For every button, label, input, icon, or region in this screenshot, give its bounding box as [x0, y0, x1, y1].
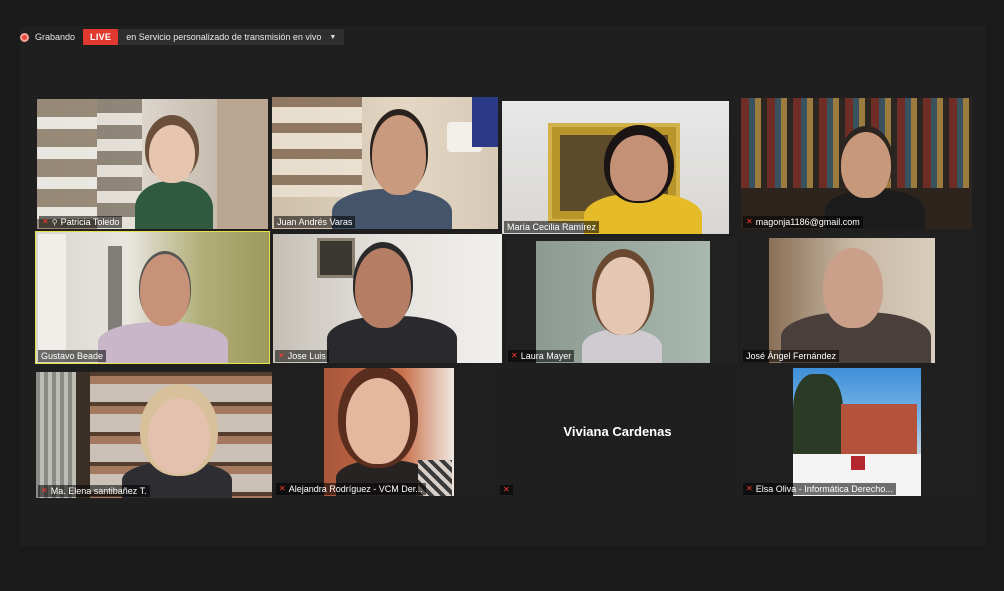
stream-service-dropdown[interactable]: en Servicio personalizado de transmisión… [118, 29, 345, 45]
pin-icon: ⚲ [51, 217, 58, 227]
video-tile[interactable]: ✕ Alejandra Rodríguez - VCM Der... [274, 368, 494, 496]
video-tile[interactable]: ✕ ⚲ Patricia Toledo [37, 99, 268, 229]
participant-name-tag: Juan Andrés Varas [274, 216, 356, 228]
participant-name-tag: ✕ Laura Mayer [508, 350, 575, 362]
video-tile[interactable]: ✕ Jose Luis [273, 234, 502, 363]
participant-name: José Ángel Fernández [746, 351, 837, 361]
participant-name: Ma. Elena santibañez T. [50, 486, 147, 496]
participant-name-tag: ✕ Ma. Elena santibañez T. [38, 485, 150, 497]
video-tile-active-speaker[interactable]: Gustavo Beade [35, 231, 270, 364]
video-tile[interactable]: María Cecilia Ramírez [502, 101, 729, 234]
participant-name: Patricia Toledo [60, 217, 120, 227]
participant-name-tag: ✕ Jose Luis [275, 350, 329, 362]
participant-name: Jose Luis [287, 351, 326, 361]
participant-name-tag: ✕ [500, 485, 513, 495]
live-badge[interactable]: LIVE [83, 29, 119, 45]
participant-name-tag: Gustavo Beade [38, 350, 107, 362]
participant-name-tag: ✕ ⚲ Patricia Toledo [39, 216, 123, 228]
participant-name: Elsa Oliva - Informática Derecho... [755, 484, 893, 494]
mic-muted-icon: ✕ [279, 484, 286, 493]
participant-name-tag: María Cecilia Ramírez [504, 221, 600, 233]
video-tile[interactable]: José Ángel Fernández [741, 234, 972, 363]
participant-name: Juan Andrés Varas [277, 217, 353, 227]
mic-muted-icon: ✕ [503, 485, 510, 494]
chevron-down-icon: ▼ [329, 33, 337, 41]
participant-name: magonja1186@gmail.com [755, 217, 860, 227]
video-tile[interactable]: ✕ Laura Mayer [506, 237, 737, 363]
video-tile[interactable]: ✕ Elsa Oliva - Informática Derecho... [741, 368, 972, 496]
mic-muted-icon: ✕ [278, 351, 285, 360]
participant-name: Gustavo Beade [41, 351, 104, 361]
mic-muted-icon: ✕ [511, 351, 518, 360]
participant-name-tag: José Ángel Fernández [743, 350, 840, 362]
participant-name: Alejandra Rodríguez - VCM Der... [288, 484, 423, 494]
video-tile-camera-off[interactable]: Viviana Cardenas ✕ [498, 368, 737, 496]
mic-muted-icon: ✕ [746, 484, 753, 493]
participant-name: María Cecilia Ramírez [507, 222, 597, 232]
video-tile[interactable]: Juan Andrés Varas [272, 97, 498, 229]
recording-bar: Grabando LIVE en Servicio personalizado … [20, 27, 345, 47]
participant-name: Laura Mayer [520, 351, 572, 361]
mic-muted-icon: ✕ [41, 486, 48, 495]
participant-name-tag: ✕ Elsa Oliva - Informática Derecho... [743, 483, 896, 495]
video-tile[interactable]: ✕ magonja1186@gmail.com [741, 98, 972, 229]
recording-icon [20, 32, 29, 42]
participant-name-tag: ✕ Alejandra Rodríguez - VCM Der... [276, 483, 426, 495]
mic-muted-icon: ✕ [42, 217, 49, 226]
participant-name-tag: ✕ magonja1186@gmail.com [743, 216, 863, 228]
stream-service-label: en Servicio personalizado de transmisión… [126, 32, 322, 42]
video-tile[interactable]: ✕ Ma. Elena santibañez T. [36, 372, 272, 498]
recording-label: Grabando [35, 32, 76, 42]
mic-muted-icon: ✕ [746, 217, 753, 226]
participant-display-name: Viviana Cardenas [563, 423, 672, 439]
